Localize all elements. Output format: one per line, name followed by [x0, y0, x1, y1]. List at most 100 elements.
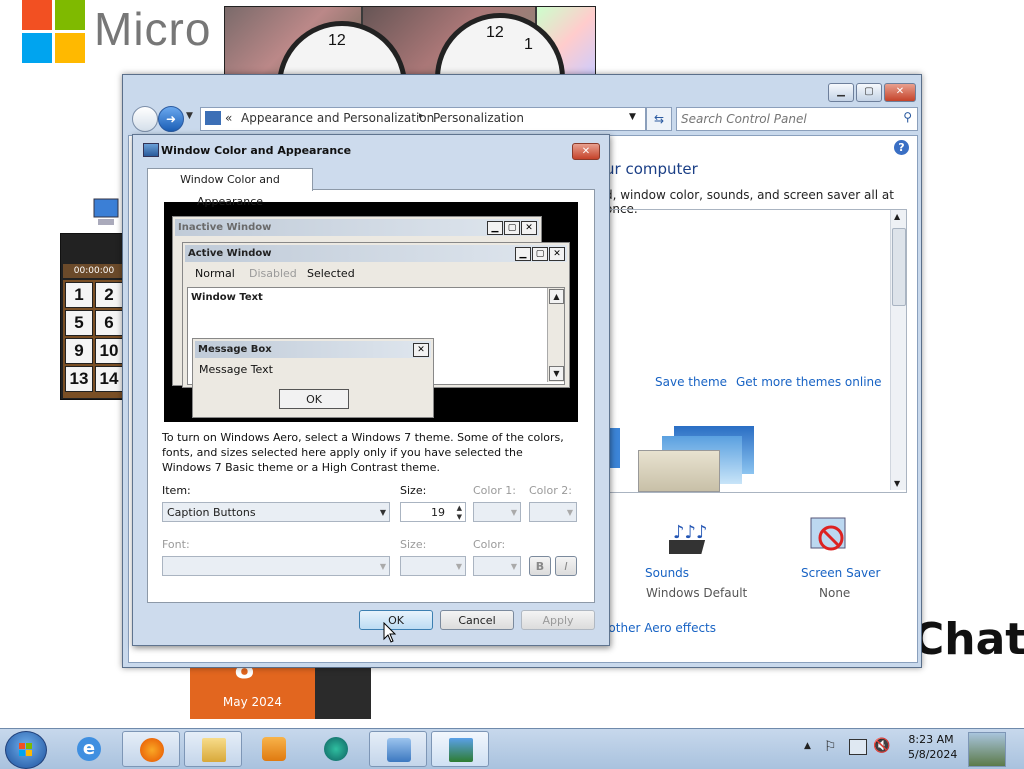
- breadcrumb-overflow[interactable]: «: [225, 111, 232, 125]
- font-color-select[interactable]: ▼: [473, 556, 521, 576]
- taskbar-firefox[interactable]: [122, 731, 180, 767]
- computer-icon: [88, 195, 122, 229]
- forward-button[interactable]: ➜: [158, 106, 184, 132]
- taskbar-explorer[interactable]: [184, 731, 242, 767]
- taskbar-app[interactable]: [307, 731, 365, 767]
- network-icon[interactable]: [849, 739, 867, 755]
- help-icon[interactable]: ?: [894, 140, 909, 155]
- preview-ok-button[interactable]: OK: [279, 389, 349, 409]
- taskbar-media-player[interactable]: [245, 731, 303, 767]
- maximize-button[interactable]: ▢: [856, 83, 882, 102]
- puzzle-tile[interactable]: 13: [65, 366, 93, 392]
- color2-select[interactable]: ▼: [529, 502, 577, 522]
- font-color-label: Color:: [473, 538, 506, 551]
- breadcrumb-appearance[interactable]: Appearance and Personalization: [241, 111, 434, 125]
- address-bar[interactable]: « Appearance and Personalization ▸ Perso…: [200, 107, 646, 131]
- taskbar: e ▲ ⚐ 🔇 8:23 AM 5/8/2024: [0, 728, 1024, 769]
- volume-muted-icon[interactable]: 🔇: [873, 738, 890, 754]
- color2-label: Color 2:: [529, 484, 572, 497]
- screen-saver-link[interactable]: Screen Saver: [801, 566, 880, 580]
- aero-effects-link[interactable]: d other Aero effects: [597, 621, 716, 635]
- breadcrumb-personalization[interactable]: Personalization: [433, 111, 524, 125]
- breadcrumb-separator-icon[interactable]: ▸: [419, 111, 424, 121]
- italic-button[interactable]: I: [555, 556, 577, 576]
- puzzle-tile[interactable]: 2: [95, 282, 123, 308]
- dialog-close-button[interactable]: ✕: [572, 143, 600, 160]
- apply-button[interactable]: Apply: [521, 610, 595, 630]
- appearance-preview[interactable]: Inactive Window ▁ ▢ ✕ Active Window ▁ ▢ …: [164, 202, 578, 422]
- window-text: Window Text: [191, 292, 263, 303]
- remote-icon: [387, 738, 411, 762]
- puzzle-tile[interactable]: 5: [65, 310, 93, 336]
- slide-puzzle-gadget[interactable]: 00:00:00 1 2 5 6 9 10 13 14: [60, 233, 128, 400]
- refresh-icon[interactable]: ⇆: [646, 107, 672, 131]
- menu-selected[interactable]: Selected: [307, 267, 355, 280]
- color1-select[interactable]: ▼: [473, 502, 521, 522]
- bold-button[interactable]: B: [529, 556, 551, 576]
- themes-scrollbar[interactable]: ▲ ▼: [890, 210, 906, 490]
- font-select[interactable]: ▼: [162, 556, 390, 576]
- taskbar-control-panel[interactable]: [431, 731, 489, 767]
- show-desktop-button[interactable]: [968, 732, 1006, 767]
- size-stepper[interactable]: 19 ▲ ▼: [400, 502, 466, 522]
- puzzle-tile[interactable]: 9: [65, 338, 93, 364]
- media-player-icon: [262, 737, 286, 761]
- dialog-title: Window Color and Appearance: [161, 144, 352, 157]
- menu-normal[interactable]: Normal: [195, 267, 235, 280]
- start-button[interactable]: [5, 731, 47, 769]
- theme-thumbnail-stack[interactable]: [638, 426, 758, 492]
- screen-saver-icon[interactable]: [807, 514, 851, 558]
- font-size-select[interactable]: ▼: [400, 556, 466, 576]
- search-box[interactable]: ⚲: [676, 107, 918, 131]
- preview-message-box[interactable]: Message Box ✕ Message Text OK: [192, 338, 434, 418]
- search-input[interactable]: [679, 109, 889, 129]
- message-box-title: Message Box: [198, 344, 272, 355]
- maximize-icon: ▢: [504, 221, 520, 235]
- taskbar-remote[interactable]: [369, 731, 427, 767]
- menu-disabled[interactable]: Disabled: [249, 267, 297, 280]
- size-label: Size:: [400, 484, 427, 497]
- window-color-appearance-dialog: Window Color and Appearance ✕ Window Col…: [132, 134, 610, 646]
- minimize-button[interactable]: ▁: [828, 83, 854, 102]
- inactive-window-title: Inactive Window: [178, 222, 272, 233]
- app-icon: [324, 737, 348, 761]
- puzzle-tile[interactable]: 10: [95, 338, 123, 364]
- taskbar-ie[interactable]: e: [60, 731, 118, 767]
- tab-window-color-appearance[interactable]: Window Color and Appearance: [147, 168, 313, 208]
- puzzle-tile[interactable]: 14: [95, 366, 123, 392]
- svg-text:♪♪♪: ♪♪♪: [673, 522, 707, 543]
- stepper-arrows-icon[interactable]: ▲ ▼: [457, 504, 462, 522]
- show-hidden-icons-icon[interactable]: ▲: [804, 741, 811, 751]
- close-button[interactable]: ✕: [884, 83, 916, 102]
- chevron-down-icon: ▼: [510, 508, 517, 517]
- address-dropdown-icon[interactable]: ▼: [629, 112, 636, 122]
- font-label: Font:: [162, 538, 190, 551]
- item-select[interactable]: Caption Buttons ▼: [162, 502, 390, 522]
- get-more-themes-link[interactable]: Get more themes online: [736, 375, 882, 389]
- clock-gadget[interactable]: 12 12 1: [224, 6, 596, 78]
- cancel-button[interactable]: Cancel: [440, 610, 514, 630]
- back-button[interactable]: [132, 106, 158, 132]
- puzzle-tile[interactable]: 6: [95, 310, 123, 336]
- chevron-down-icon: ▼: [379, 508, 386, 517]
- sounds-icon[interactable]: ♪♪♪: [665, 518, 719, 562]
- themes-list[interactable]: ▲ ▼ Save theme Get more themes online: [605, 209, 907, 493]
- preview-scrollbar[interactable]: ▲ ▼: [547, 288, 564, 382]
- navigation-bar: ➜ ▼ « Appearance and Personalization ▸ P…: [128, 105, 918, 133]
- screen-saver-value: None: [819, 586, 851, 600]
- action-center-flag-icon[interactable]: ⚐: [824, 739, 837, 755]
- tab-panel: Inactive Window ▁ ▢ ✕ Active Window ▁ ▢ …: [147, 189, 595, 603]
- control-panel-small-icon: [205, 111, 221, 125]
- clock[interactable]: 8:23 AM 5/8/2024: [908, 733, 958, 761]
- search-icon[interactable]: ⚲: [903, 110, 912, 124]
- minimize-icon: ▁: [515, 247, 531, 261]
- save-theme-link[interactable]: Save theme: [655, 375, 727, 389]
- puzzle-tile[interactable]: 1: [65, 282, 93, 308]
- calendar-month: May 2024: [222, 695, 283, 709]
- sounds-value: Windows Default: [646, 586, 748, 600]
- close-icon: ✕: [521, 221, 537, 235]
- recent-pages-icon[interactable]: ▼: [186, 111, 193, 121]
- firefox-icon: [140, 738, 164, 762]
- sounds-link[interactable]: Sounds: [645, 566, 689, 580]
- clock-date: 5/8/2024: [908, 748, 958, 761]
